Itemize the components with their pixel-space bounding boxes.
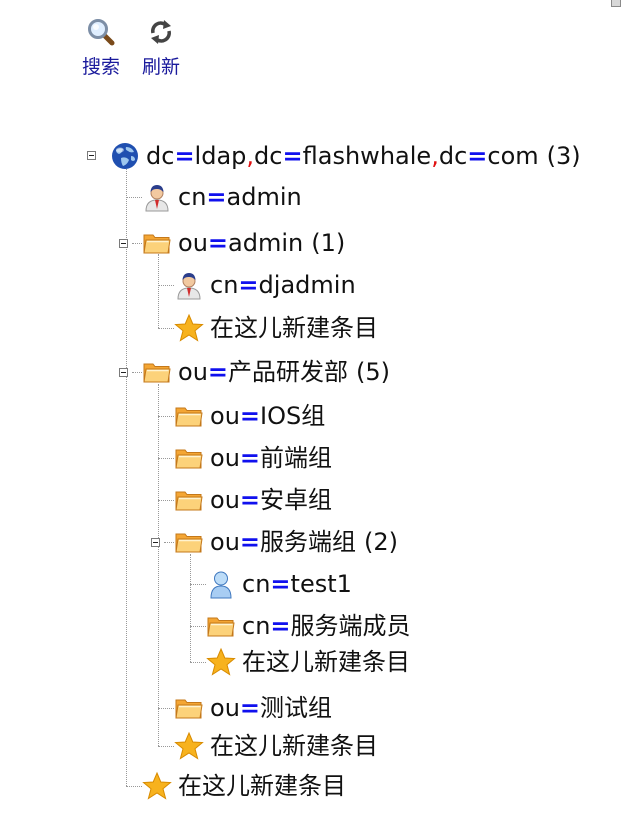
tree-node-cn-server-members[interactable]: cn=服务端成员 — [206, 610, 411, 642]
node-label[interactable]: cn=服务端成员 — [242, 611, 411, 641]
tree-node-cn-test1[interactable]: cn=test1 — [206, 568, 352, 600]
tree-root-count: (3) — [546, 142, 581, 170]
folder-icon — [174, 693, 204, 723]
node-label[interactable]: ou=admin — [178, 228, 303, 258]
folder-icon — [142, 228, 172, 258]
node-label[interactable]: cn=djadmin — [210, 270, 356, 300]
tree-connector — [158, 416, 174, 417]
node-count: (1) — [311, 229, 346, 257]
create-entry-link[interactable]: 在这儿新建条目 — [210, 313, 378, 343]
user-icon — [174, 270, 204, 300]
node-label[interactable]: cn=test1 — [242, 569, 352, 599]
folder-icon — [174, 527, 204, 557]
collapse-toggle-ou-server[interactable] — [151, 538, 160, 547]
create-entry-link[interactable]: 在这儿新建条目 — [210, 731, 378, 761]
star-icon — [142, 771, 172, 801]
folder-icon — [174, 485, 204, 515]
tree-connector — [158, 384, 159, 746]
collapse-toggle-ou-rd[interactable] — [119, 368, 128, 377]
tree-connector — [164, 542, 174, 543]
folder-icon — [174, 401, 204, 431]
create-entry-link[interactable]: 在这儿新建条目 — [242, 647, 410, 677]
tree-node-ou-android[interactable]: ou=安卓组 — [174, 484, 332, 516]
collapse-toggle-root[interactable] — [87, 151, 96, 160]
node-label[interactable]: ou=服务端组 — [210, 527, 356, 557]
node-label[interactable]: ou=产品研发部 — [178, 357, 348, 387]
tree-node-create-entry[interactable]: 在这儿新建条目 — [174, 312, 378, 344]
create-entry-link[interactable]: 在这儿新建条目 — [178, 771, 346, 801]
tree-root-label[interactable]: dc=ldap,dc=flashwhale,dc=com — [146, 141, 539, 171]
tree-connector — [158, 458, 174, 459]
tree-node-ou-ios[interactable]: ou=IOS组 — [174, 400, 325, 432]
node-label[interactable]: ou=测试组 — [210, 693, 332, 723]
tree-node-cn-djadmin[interactable]: cn=djadmin — [174, 269, 356, 301]
tree-connector — [158, 708, 174, 709]
tree-connector — [126, 786, 142, 787]
node-label[interactable]: ou=IOS组 — [210, 401, 325, 431]
tree-connector — [190, 554, 191, 662]
tree-connector — [126, 197, 142, 198]
tree-connector — [158, 328, 174, 329]
person-icon — [206, 569, 236, 599]
tree-root-row[interactable]: dc=ldap,dc=flashwhale,dc=com (3) — [110, 140, 581, 172]
star-icon — [174, 313, 204, 343]
ldap-tree: dc=ldap,dc=flashwhale,dc=com (3) cn=admi… — [0, 0, 623, 838]
globe-icon — [110, 141, 140, 171]
tree-node-ou-frontend[interactable]: ou=前端组 — [174, 442, 332, 474]
tree-connector — [190, 584, 206, 585]
tree-node-ou-admin[interactable]: ou=admin (1) — [142, 227, 345, 259]
tree-connector — [126, 164, 127, 786]
collapse-toggle-ou-admin[interactable] — [119, 239, 128, 248]
user-icon — [142, 182, 172, 212]
folder-icon — [142, 357, 172, 387]
tree-connector — [158, 746, 174, 747]
folder-icon — [206, 611, 236, 641]
node-count: (2) — [364, 528, 399, 556]
tree-connector — [158, 500, 174, 501]
star-icon — [206, 647, 236, 677]
tree-node-ou-test[interactable]: ou=测试组 — [174, 692, 332, 724]
tree-node-cn-admin[interactable]: cn=admin — [142, 181, 302, 213]
star-icon — [174, 731, 204, 761]
folder-icon — [174, 443, 204, 473]
tree-connector — [158, 254, 159, 328]
tree-connector — [158, 285, 174, 286]
tree-node-ou-rd[interactable]: ou=产品研发部 (5) — [142, 356, 390, 388]
node-label[interactable]: cn=admin — [178, 182, 302, 212]
tree-node-ou-server[interactable]: ou=服务端组 (2) — [174, 526, 398, 558]
tree-node-create-entry[interactable]: 在这儿新建条目 — [206, 646, 410, 678]
tree-connector — [190, 662, 206, 663]
tree-node-create-entry[interactable]: 在这儿新建条目 — [142, 770, 346, 802]
node-label[interactable]: ou=安卓组 — [210, 485, 332, 515]
node-count: (5) — [356, 358, 391, 386]
tree-node-create-entry[interactable]: 在这儿新建条目 — [174, 730, 378, 762]
node-label[interactable]: ou=前端组 — [210, 443, 332, 473]
tree-connector — [132, 243, 142, 244]
tree-connector — [132, 372, 142, 373]
tree-connector — [190, 626, 206, 627]
